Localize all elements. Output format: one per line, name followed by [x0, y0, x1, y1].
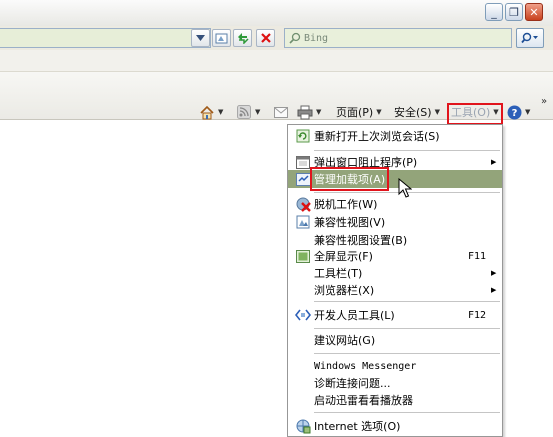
menu-item-label: 脱机工作(W)	[314, 198, 378, 211]
safety-menu-label: 安全(S)	[394, 106, 432, 119]
menu-separator	[314, 328, 500, 329]
stop-icon	[260, 33, 271, 43]
read-mail-button[interactable]	[273, 103, 289, 121]
menu-item-label: 兼容性视图设置(B)	[314, 234, 408, 247]
toolbar-overflow-button[interactable]: »	[541, 96, 547, 107]
menu-item-suggested-sites[interactable]: 建议网站(G)	[288, 331, 502, 349]
menu-item-manage-addons[interactable]: 管理加载项(A)	[288, 167, 502, 191]
address-bar: Bing	[0, 26, 553, 50]
chevron-down-icon: ▼	[525, 108, 531, 116]
minimize-button[interactable]: _	[485, 3, 503, 21]
popup-blocker-icon	[295, 154, 311, 170]
page-menu-button[interactable]: 页面(P) ▼	[336, 103, 382, 121]
menu-item-label: Windows Messenger	[314, 360, 417, 372]
close-window-button[interactable]: ✕	[525, 3, 543, 21]
feeds-button[interactable]: ▼	[236, 103, 260, 121]
menu-item-label: 重新打开上次浏览会话(S)	[314, 130, 440, 143]
submenu-arrow-icon: ▶	[491, 286, 497, 294]
menu-item-diagnose-connection[interactable]: 诊断连接问题...	[288, 374, 502, 392]
menu-item-internet-options[interactable]: Internet 选项(O)	[288, 417, 502, 435]
compatibility-icon	[215, 33, 228, 43]
search-placeholder: Bing	[304, 32, 329, 44]
print-icon	[297, 105, 313, 120]
chevron-down-icon: ▼	[316, 108, 322, 116]
svg-text:?: ?	[511, 108, 517, 119]
home-icon	[199, 105, 215, 120]
manage-addons-icon	[295, 171, 311, 187]
chevron-down-icon	[196, 35, 205, 41]
tools-dropdown-menu: 重新打开上次浏览会话(S) 弹出窗口阻止程序(P) ▶ 管理加载项(A) 脱机工…	[287, 124, 503, 437]
home-button[interactable]: ▼	[199, 103, 223, 121]
menu-item-popup-blocker[interactable]: 弹出窗口阻止程序(P) ▶	[288, 153, 502, 171]
title-bar: _ ❐ ✕	[0, 0, 553, 26]
menu-item-label: 启动迅雷看看播放器	[314, 394, 413, 407]
menu-item-label: 建议网站(G)	[314, 334, 376, 347]
restore-button[interactable]: ❐	[505, 3, 523, 21]
menu-item-shortcut: F11	[468, 250, 487, 262]
menu-item-xunlei-player[interactable]: 启动迅雷看看播放器	[288, 391, 502, 409]
search-button[interactable]	[516, 28, 544, 48]
search-icon	[289, 32, 301, 44]
submenu-arrow-icon: ▶	[491, 269, 497, 277]
mail-icon	[273, 105, 289, 120]
favorites-bar	[0, 50, 553, 72]
feeds-icon	[236, 105, 252, 120]
menu-separator	[314, 412, 500, 413]
menu-item-developer-tools[interactable]: 开发人员工具(L) F12	[288, 306, 502, 324]
help-icon: ?	[506, 105, 522, 120]
offline-icon	[295, 196, 311, 212]
reopen-session-icon	[295, 128, 311, 144]
safety-menu-button[interactable]: 安全(S) ▼	[394, 103, 440, 121]
refresh-icon	[237, 33, 249, 44]
mouse-cursor-icon	[398, 178, 412, 198]
menu-item-label: Internet 选项(O)	[314, 420, 401, 433]
menu-item-fullscreen[interactable]: 全屏显示(F) F11	[288, 247, 502, 265]
menu-item-explorer-bars[interactable]: 浏览器栏(X) ▶	[288, 281, 502, 299]
search-input[interactable]: Bing	[284, 28, 512, 48]
stop-button[interactable]	[256, 29, 275, 47]
submenu-arrow-icon: ▶	[491, 158, 497, 166]
chevron-down-icon: ▼	[376, 108, 382, 116]
menu-item-label: 管理加载项(A)	[309, 167, 390, 191]
page-menu-label: 页面(P)	[336, 106, 374, 119]
menu-item-compatibility-view[interactable]: 兼容性视图(V)	[288, 213, 502, 231]
menu-item-label: 弹出窗口阻止程序(P)	[314, 156, 418, 169]
menu-item-label: 工具栏(T)	[314, 267, 363, 280]
menu-item-label: 浏览器栏(X)	[314, 284, 375, 297]
menu-item-label: 开发人员工具(L)	[314, 309, 395, 322]
menu-item-label: 兼容性视图(V)	[314, 216, 386, 229]
tools-callout-box	[447, 103, 503, 125]
fullscreen-icon	[295, 248, 311, 264]
refresh-button[interactable]	[233, 29, 252, 47]
menu-item-windows-messenger[interactable]: Windows Messenger	[288, 357, 502, 375]
developer-tools-icon	[295, 307, 311, 323]
menu-item-label: 诊断连接问题...	[314, 377, 391, 390]
window-controls: _ ❐ ✕	[485, 3, 543, 21]
compatibility-button[interactable]	[212, 29, 231, 47]
search-go-icon	[521, 32, 538, 44]
internet-options-icon	[295, 418, 311, 434]
address-field[interactable]	[0, 28, 211, 48]
print-button[interactable]: ▼	[297, 103, 321, 121]
address-dropdown-button[interactable]	[191, 29, 210, 47]
menu-separator	[314, 301, 500, 302]
help-button[interactable]: ? ▼	[506, 103, 530, 121]
menu-separator	[314, 353, 500, 354]
chevron-down-icon: ▼	[255, 108, 261, 116]
chevron-down-icon: ▼	[434, 108, 440, 116]
menu-item-reopen-session[interactable]: 重新打开上次浏览会话(S)	[288, 127, 502, 145]
menu-item-shortcut: F12	[468, 309, 487, 321]
chevron-down-icon: ▼	[218, 108, 224, 116]
menu-item-toolbars[interactable]: 工具栏(T) ▶	[288, 264, 502, 282]
compatibility-view-icon	[295, 214, 311, 230]
menu-item-work-offline[interactable]: 脱机工作(W)	[288, 195, 502, 213]
menu-item-label: 全屏显示(F)	[314, 250, 373, 263]
menu-separator	[314, 150, 500, 151]
